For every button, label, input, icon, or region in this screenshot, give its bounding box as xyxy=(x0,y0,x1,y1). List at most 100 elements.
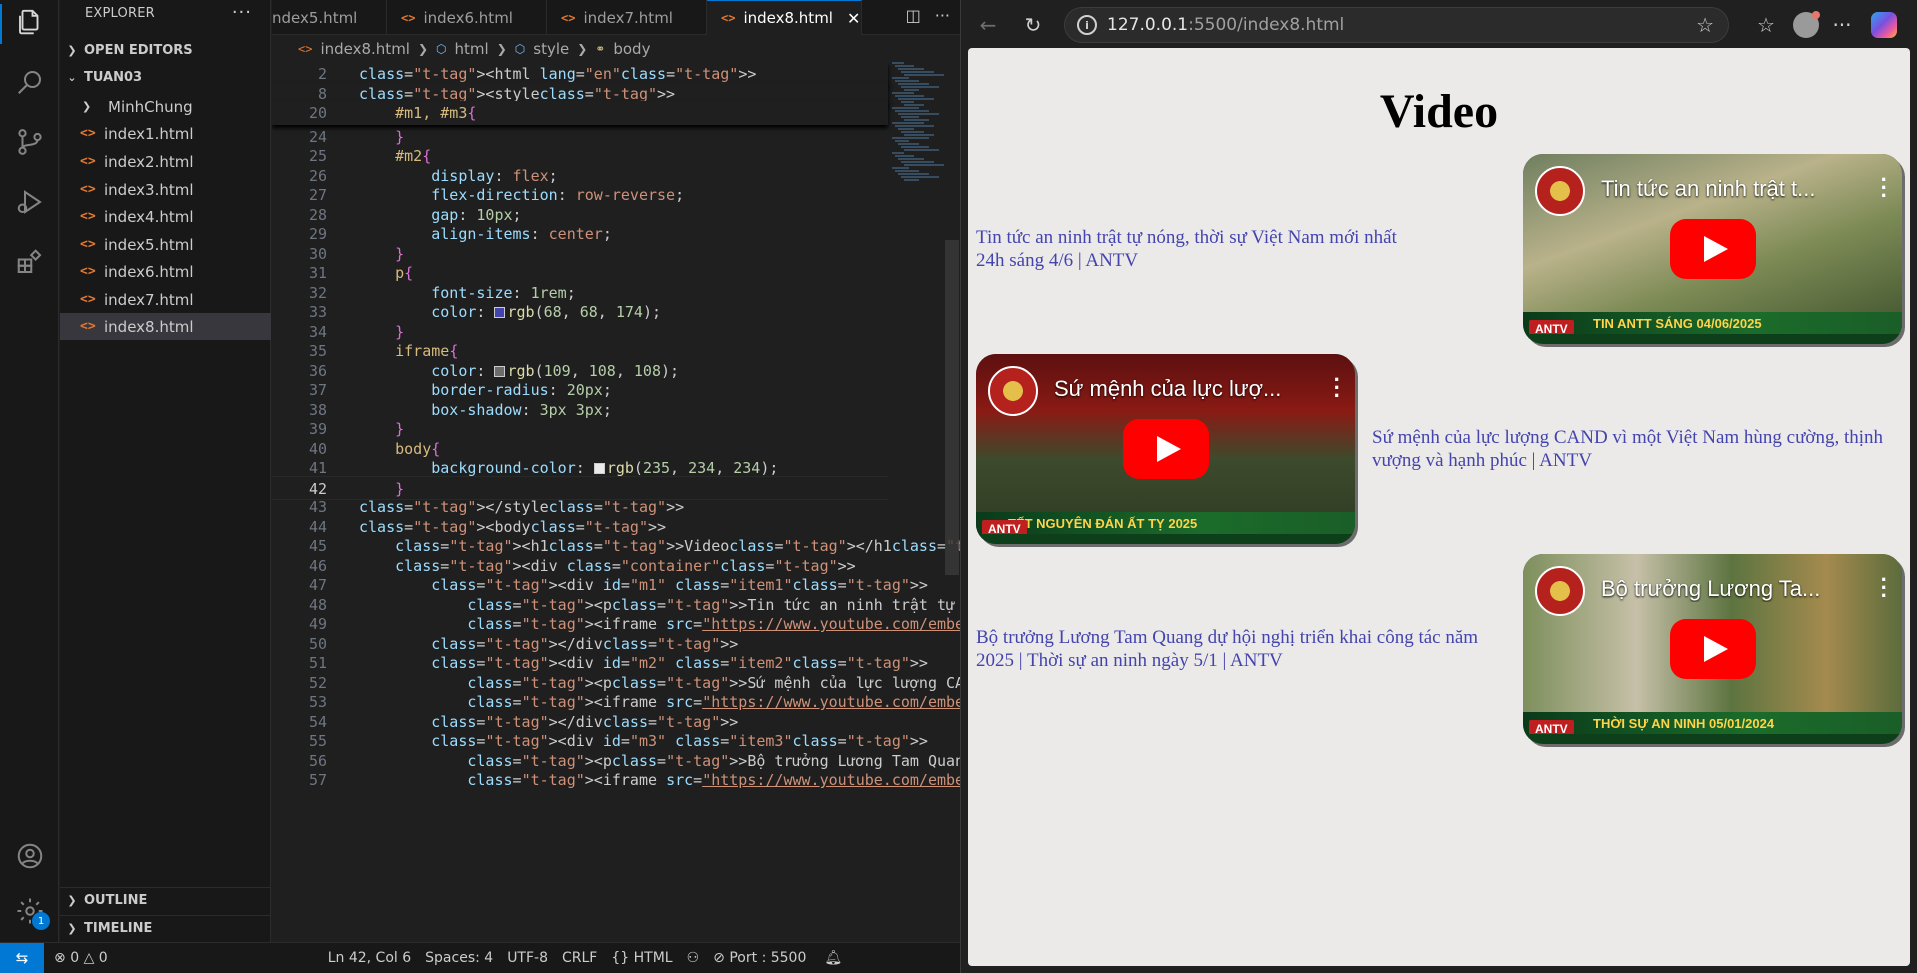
minimap-line xyxy=(901,161,934,163)
tree-file[interactable]: <> index1.html xyxy=(60,120,271,147)
run-debug-icon[interactable] xyxy=(14,186,46,218)
more-menu-icon[interactable]: ··· xyxy=(1827,10,1857,40)
encoding[interactable]: UTF-8 xyxy=(507,950,548,966)
back-arrow-icon[interactable]: ← xyxy=(973,10,1003,40)
play-button[interactable] xyxy=(1669,219,1756,279)
play-button[interactable] xyxy=(1122,419,1209,479)
video-title[interactable]: Sứ mệnh của lực lượ... xyxy=(1054,376,1304,402)
minimap-line xyxy=(904,89,919,91)
tree-file[interactable]: <> index5.html xyxy=(60,231,271,258)
copilot-icon[interactable] xyxy=(1869,10,1899,40)
tree-file[interactable]: <> index7.html xyxy=(60,286,271,313)
account-icon[interactable] xyxy=(14,840,46,872)
notification-badge: 1 xyxy=(32,912,50,930)
chevron-right-icon: ❯ xyxy=(577,42,588,56)
breadcrumb-item[interactable]: html xyxy=(455,40,489,58)
code-line[interactable]: 57 class="t-tag"><iframe src="https://ww… xyxy=(272,768,960,792)
tree-file[interactable]: <> index3.html xyxy=(60,176,271,203)
video-menu-icon[interactable]: · · · xyxy=(1334,369,1341,407)
more-actions-icon[interactable]: ··· xyxy=(232,2,252,23)
tree-file[interactable]: <> index4.html xyxy=(60,203,271,230)
video-embed-2[interactable]: Sứ mệnh của lực lượ... · · · TẾT NGUYÊN ĐÁ… xyxy=(976,354,1355,544)
status-bar: ⇆ ⊗ 0 △ 0 Ln 42, Col 6 Spaces: 4 UTF-8 C… xyxy=(0,942,960,973)
channel-logo-icon[interactable] xyxy=(1535,166,1585,216)
tree-item-label: index4.html xyxy=(104,207,194,226)
open-editors-section[interactable]: ❯ OPEN EDITORS xyxy=(60,37,271,63)
more-actions-icon[interactable]: ··· xyxy=(935,6,950,25)
element-icon: ⬡ xyxy=(514,42,526,56)
reload-icon[interactable]: ↻ xyxy=(1018,10,1048,40)
active-indicator xyxy=(0,4,2,44)
breadcrumb-item[interactable]: body xyxy=(613,40,650,58)
outline-section[interactable]: ❯ OUTLINE xyxy=(60,887,271,913)
broadcast-icon: ⊘ xyxy=(713,950,725,966)
minimap-line xyxy=(895,155,914,157)
tab-index6[interactable]: <> index6.html xyxy=(387,0,547,35)
page-heading: Video xyxy=(1379,85,1499,138)
minimap[interactable] xyxy=(888,62,954,182)
code-line[interactable]: 20 #m1, #m3{ xyxy=(272,101,888,125)
split-editor-icon[interactable]: ◫ xyxy=(906,6,921,25)
extensions-icon[interactable] xyxy=(14,246,46,278)
problems-indicator[interactable]: ⊗ 0 △ 0 xyxy=(54,950,108,966)
minimap-line xyxy=(904,74,944,76)
chevron-right-icon: ❯ xyxy=(417,42,429,56)
site-info-icon[interactable]: i xyxy=(1077,15,1097,35)
video-description-2: Sứ mệnh của lực lượng CAND vì một Việt N… xyxy=(1372,427,1883,471)
html-file-icon: <> xyxy=(721,11,736,25)
editor-actions: ◫ ··· xyxy=(906,6,950,25)
tree-folder-minhchung[interactable]: ❯ MinhChung xyxy=(60,93,271,120)
play-button[interactable] xyxy=(1669,619,1756,679)
video-menu-icon[interactable]: · · · xyxy=(1881,569,1888,607)
explorer-icon[interactable] xyxy=(14,6,46,38)
tab-index8[interactable]: <> index8.html ✕ xyxy=(707,0,862,35)
timeline-section[interactable]: ❯ TIMELINE xyxy=(60,915,271,941)
search-icon[interactable] xyxy=(14,66,46,98)
minimap-line xyxy=(904,164,944,166)
line-number: 20 xyxy=(308,104,327,122)
html-file-icon: <> xyxy=(80,292,96,307)
channel-logo-icon[interactable] xyxy=(1535,566,1585,616)
video-title[interactable]: Bộ trưởng Lương Ta... xyxy=(1601,576,1851,602)
tab-index5[interactable]: ndex5.html xyxy=(272,0,387,35)
video-title[interactable]: Tin tức an ninh trật t... xyxy=(1601,176,1851,202)
video-embed-1[interactable]: Tin tức an ninh trật t... · · · TIN ANTT S… xyxy=(1523,154,1902,344)
minimap-line xyxy=(904,149,939,151)
editor-scrollbar[interactable] xyxy=(945,240,959,575)
live-server-port[interactable]: ⊘ Port : 5500 xyxy=(713,950,806,966)
html-file-icon: <> xyxy=(80,209,96,224)
notifications-bell-icon[interactable]: 🔔︎ xyxy=(824,950,842,966)
html-file-icon: <> xyxy=(298,42,313,56)
tree-item-label: index8.html xyxy=(104,317,194,336)
minimap-line xyxy=(898,98,934,100)
source-control-icon[interactable] xyxy=(14,126,46,158)
section-label: OUTLINE xyxy=(84,893,148,908)
html-file-icon: <> xyxy=(80,237,96,252)
end-of-line[interactable]: CRLF xyxy=(562,950,597,966)
close-icon[interactable]: ✕ xyxy=(847,9,860,28)
tab-index7[interactable]: <> index7.html xyxy=(547,0,707,35)
breadcrumb-item[interactable]: index8.html xyxy=(320,40,410,58)
tree-file-active[interactable]: <> index8.html xyxy=(60,313,271,340)
minimap-line xyxy=(892,77,909,79)
address-bar[interactable]: i 127.0.0.1:5500/index8.html ☆ xyxy=(1064,7,1729,43)
favorites-icon[interactable]: ☆ xyxy=(1751,10,1781,40)
favorite-star-icon[interactable]: ☆ xyxy=(1696,13,1714,37)
video-embed-3[interactable]: Bộ trưởng Lương Ta... · · · THỜI SỰ AN NIN… xyxy=(1523,554,1902,744)
video-menu-icon[interactable]: · · · xyxy=(1881,169,1888,207)
code-editor[interactable]: 2 class="t-tag"><html lang="en"class="t-t… xyxy=(272,62,960,942)
cursor-position[interactable]: Ln 42, Col 6 xyxy=(328,950,411,966)
remote-icon[interactable]: ⇆ xyxy=(0,942,44,973)
channel-logo-icon[interactable] xyxy=(988,366,1038,416)
copilot-icon[interactable]: ⚇ xyxy=(687,950,700,966)
tree-file[interactable]: <> index2.html xyxy=(60,148,271,175)
indentation[interactable]: Spaces: 4 xyxy=(425,950,493,966)
minimap-line xyxy=(895,95,924,97)
news-ticker xyxy=(1523,334,1902,344)
breadcrumb-item[interactable]: style xyxy=(533,40,569,58)
language-mode[interactable]: {} HTML xyxy=(611,950,672,966)
workspace-section[interactable]: ⌄ TUAN03 xyxy=(60,64,271,90)
profile-avatar[interactable] xyxy=(1791,10,1821,40)
tree-file[interactable]: <> index6.html xyxy=(60,258,271,285)
minimap-line xyxy=(901,101,914,103)
